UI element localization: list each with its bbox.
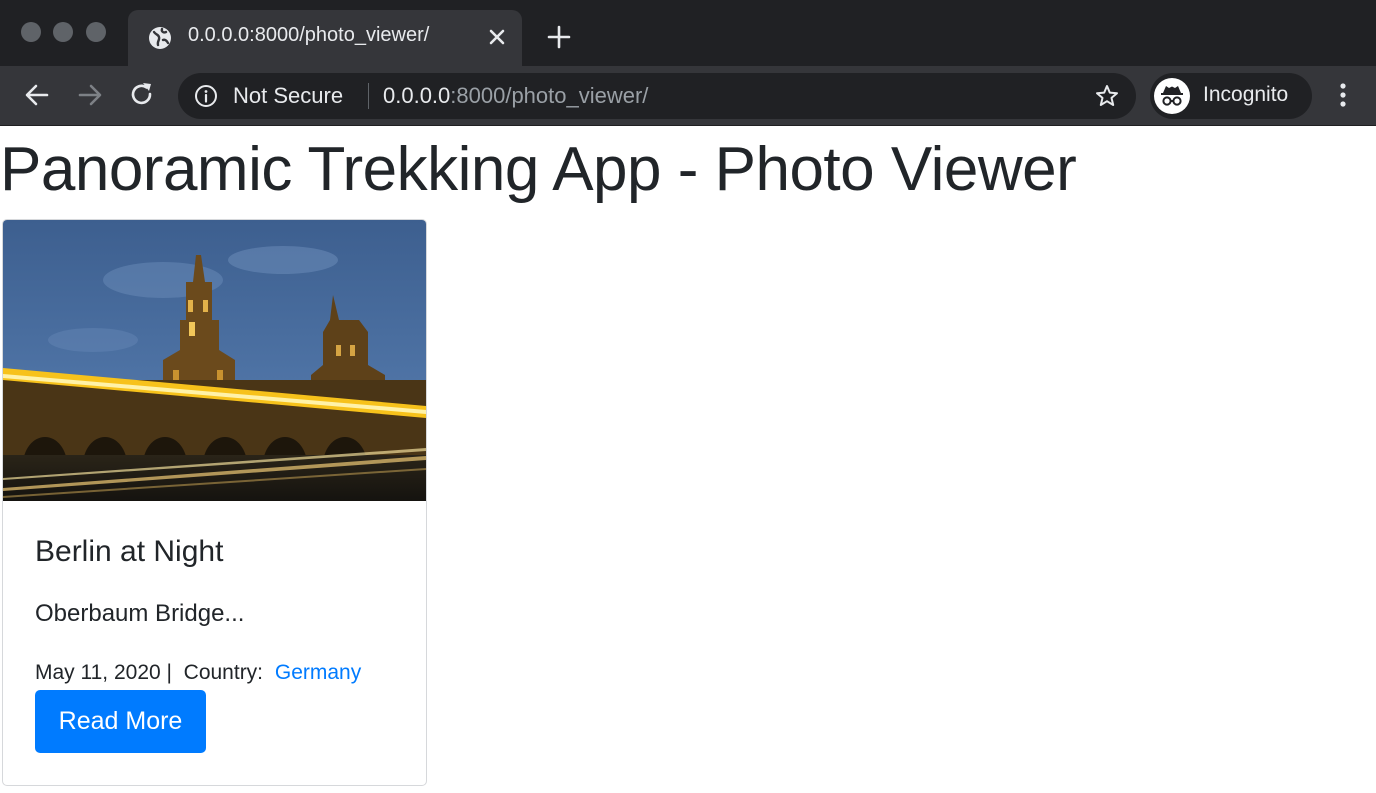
card-meta: May 11, 2020 | Country: Germany [35,661,361,685]
country-label: Country: [183,661,264,684]
incognito-profile-button[interactable]: Incognito [1150,73,1312,119]
window-close-dot[interactable] [21,22,41,42]
profile-label: Incognito [1203,83,1289,106]
plus-icon[interactable] [546,24,572,50]
window-zoom-dot[interactable] [86,22,106,42]
card-date: May 11, 2020 | [35,661,172,684]
incognito-icon [1161,86,1183,106]
browser-tab-active[interactable]: 0.0.0.0:8000/photo_viewer/ [128,10,522,66]
page-title: Panoramic Trekking App - Photo Viewer [0,135,1077,204]
reload-icon[interactable] [127,80,157,110]
card-title: Berlin at Night [35,535,224,568]
back-arrow-icon[interactable] [22,80,52,110]
tab-title: 0.0.0.0:8000/photo_viewer/ [188,24,430,46]
globe-icon [149,27,171,49]
info-icon[interactable] [194,84,218,108]
country-link[interactable]: Germany [275,661,361,684]
url-host: 0.0.0.0 [383,83,451,108]
omnibox-divider [368,83,369,109]
incognito-avatar [1154,78,1190,114]
photo-card: Berlin at Night Oberbaum Bridge... May 1… [2,219,427,786]
url-path: :8000/photo_viewer/ [450,83,649,108]
kebab-menu-icon[interactable] [1330,79,1356,111]
browser-toolbar: Not Secure 0.0.0.0:8000/photo_viewer/ In… [0,66,1376,126]
close-icon[interactable] [484,24,510,50]
url-text[interactable]: 0.0.0.0:8000/photo_viewer/ [383,83,648,109]
star-icon[interactable] [1094,83,1120,109]
read-more-button[interactable]: Read More [35,690,206,753]
card-text: Oberbaum Bridge... [35,600,245,627]
forward-arrow-icon[interactable] [75,80,105,110]
address-bar[interactable]: Not Secure 0.0.0.0:8000/photo_viewer/ [178,73,1136,119]
security-label[interactable]: Not Secure [233,83,343,109]
photo-image[interactable] [3,220,426,501]
browser-tabstrip: 0.0.0.0:8000/photo_viewer/ [0,0,1376,66]
window-minimize-dot[interactable] [53,22,73,42]
